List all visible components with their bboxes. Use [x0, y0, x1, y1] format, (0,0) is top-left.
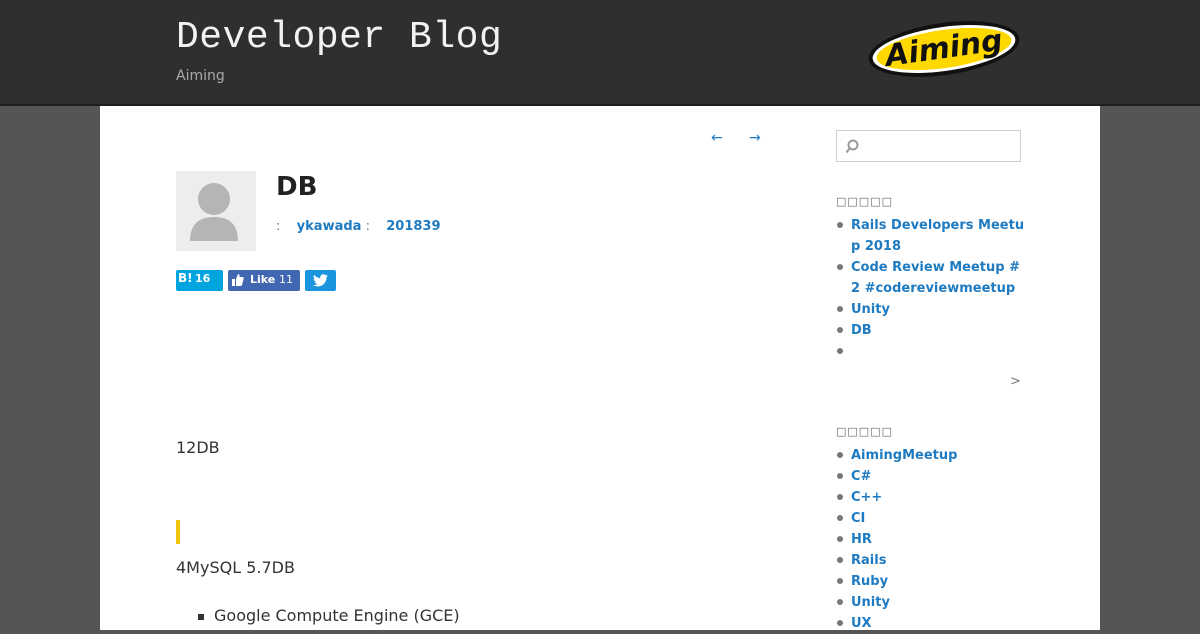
site-header: Developer Blog Aiming Aiming [0, 0, 1200, 106]
tag-item[interactable]: CI [836, 508, 1026, 529]
tag-item[interactable]: C++ [836, 487, 1026, 508]
hatena-count: 16 [195, 272, 211, 285]
tag-item[interactable]: UX [836, 613, 1026, 634]
tag-item[interactable]: AimingMeetup [836, 445, 1026, 466]
post-paragraph: 12DB [176, 438, 220, 457]
tags-title: □□□□□ [836, 425, 893, 438]
author-link[interactable]: ykawada [297, 219, 362, 234]
tag-item[interactable]: Rails [836, 550, 1026, 571]
hatena-icon: B! [178, 271, 193, 285]
hatena-bookmark-button[interactable]: B! 16 [176, 270, 223, 291]
recent-post-item[interactable]: Rails Developers Meetu p 2018 [836, 215, 1026, 257]
search-input[interactable] [836, 130, 1021, 162]
recent-post-item[interactable]: Code Review Meetup #2 #codereviewmeetup [836, 257, 1026, 299]
page-container: ← → DB : ykawada : 201839 B! 16 Like 11 [100, 106, 1100, 631]
like-count: 11 [279, 273, 293, 286]
default-avatar-icon [190, 183, 238, 241]
search-icon [845, 139, 859, 154]
post-title: DB [276, 172, 318, 202]
site-description: Aiming [176, 68, 225, 84]
facebook-like-button[interactable]: Like 11 [228, 270, 300, 291]
twitter-share-button[interactable] [305, 270, 336, 291]
tag-item[interactable]: Unity [836, 592, 1026, 613]
tag-item[interactable]: HR [836, 529, 1026, 550]
tag-item[interactable]: C# [836, 466, 1026, 487]
prev-post-link[interactable]: ← [711, 130, 723, 146]
thumbs-up-icon [232, 274, 244, 286]
post-meta: : ykawada : 201839 [276, 219, 441, 234]
aiming-logo[interactable]: Aiming [866, 18, 1022, 80]
author-avatar [176, 171, 256, 251]
list-bullet [198, 614, 204, 620]
tag-item[interactable]: Ruby [836, 571, 1026, 592]
heading-accent-bar [176, 520, 180, 544]
like-label: Like [250, 273, 276, 286]
site-title[interactable]: Developer Blog [176, 16, 502, 59]
recent-post-item[interactable]: DB [836, 320, 1026, 341]
date-link[interactable]: 201839 [386, 219, 440, 234]
recent-post-item[interactable]: Unity [836, 299, 1026, 320]
tag-list: AimingMeetup C# C++ CI HR Rails Ruby Uni… [836, 445, 1026, 634]
meta-separator: : [365, 219, 370, 234]
post-paragraph: 4MySQL 5.7DB [176, 558, 295, 577]
list-item: Google Compute Engine (GCE) [214, 606, 460, 625]
more-posts-link[interactable]: > [1010, 374, 1021, 389]
meta-separator: : [276, 219, 281, 234]
recent-post-item[interactable] [836, 341, 1026, 362]
recent-posts-title: □□□□□ [836, 195, 893, 208]
recent-posts-list: Rails Developers Meetu p 2018 Code Review… [836, 215, 1026, 362]
twitter-bird-icon [313, 274, 328, 287]
next-post-link[interactable]: → [749, 130, 761, 146]
